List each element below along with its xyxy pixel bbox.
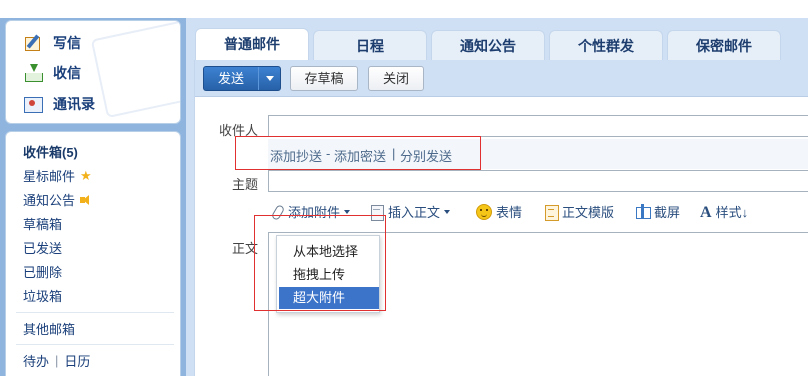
compose-toolbar: 发送 存草稿 关闭 — [195, 60, 808, 97]
write-label: 写信 — [53, 35, 81, 51]
compose-form: 发送 存草稿 关闭 收件人 添加抄送 - 添加密送 | 分别发送 主题 添加附件 — [194, 60, 808, 376]
write-mail-link[interactable]: 写信 — [23, 33, 81, 53]
contacts-icon — [23, 94, 43, 114]
star-icon: ★ — [80, 167, 92, 183]
tab-confidential[interactable]: 保密邮件 — [667, 30, 781, 60]
template-icon — [544, 204, 559, 221]
style-label: 样式↓ — [715, 205, 749, 220]
contacts-link[interactable]: 通讯录 — [23, 94, 95, 114]
top-strip — [0, 0, 808, 18]
calendar-link[interactable]: 日历 — [64, 351, 90, 370]
folder-notices-label: 通知公告 — [23, 193, 76, 208]
separator: | — [392, 146, 396, 161]
tab-notice[interactable]: 通知公告 — [431, 30, 545, 60]
recipient-input[interactable] — [268, 115, 808, 137]
screenshot-button[interactable]: 截屏 — [636, 202, 680, 221]
folder-sent[interactable]: 已发送 — [23, 238, 62, 257]
folder-starred-label: 星标邮件 — [23, 169, 76, 184]
send-button-group: 发送 — [203, 66, 281, 91]
attachment-toolbar: 添加附件 插入正文 表情 正文模版 截屏 A 样式↓ — [268, 200, 808, 224]
folder-divider — [16, 312, 174, 313]
tab-normal-mail[interactable]: 普通邮件 — [195, 28, 309, 61]
separate-send-link[interactable]: 分别发送 — [400, 146, 452, 165]
menu-item-local-file[interactable]: 从本地选择 — [279, 241, 379, 263]
separator: | — [55, 353, 59, 368]
tab-schedule[interactable]: 日程 — [313, 30, 427, 60]
subject-label: 主题 — [232, 177, 259, 192]
body-template-button[interactable]: 正文模版 — [544, 202, 614, 221]
folder-other[interactable]: 其他邮箱 — [23, 319, 75, 338]
screenshot-label: 截屏 — [654, 205, 681, 220]
todo-link[interactable]: 待办 — [23, 351, 49, 370]
screenshot-icon — [636, 203, 651, 220]
add-cc-link[interactable]: 添加抄送 — [270, 146, 322, 165]
add-bcc-link[interactable]: 添加密送 — [334, 146, 386, 165]
attachment-dropdown-menu: 从本地选择 拖拽上传 超大附件 — [276, 235, 380, 313]
receive-mail-link[interactable]: 收信 — [23, 63, 81, 83]
folder-trash[interactable]: 垃圾箱 — [23, 286, 62, 305]
envelope-decoration — [90, 21, 180, 119]
body-label: 正文 — [232, 241, 259, 256]
insert-body-label: 插入正文 — [388, 205, 441, 220]
paperclip-icon — [270, 204, 284, 220]
tab-group-send[interactable]: 个性群发 — [549, 30, 663, 60]
recipient-label: 收件人 — [219, 123, 259, 138]
smiley-icon — [476, 203, 492, 220]
send-button[interactable]: 发送 — [204, 67, 259, 90]
speaker-icon — [80, 194, 92, 205]
receive-label: 收信 — [53, 65, 81, 81]
chevron-down-icon — [344, 209, 351, 214]
inbox-download-icon — [23, 63, 43, 83]
font-style-icon: A — [700, 203, 712, 221]
add-attachment-button[interactable]: 添加附件 — [270, 202, 351, 221]
send-options-chevron-down-icon[interactable] — [259, 67, 280, 90]
add-attachment-label: 添加附件 — [288, 205, 341, 220]
folder-drafts[interactable]: 草稿箱 — [23, 214, 62, 233]
folder-panel: 收件箱(5) 星标邮件 ★ 通知公告 草稿箱 已发送 已删除 垃圾箱 其他邮箱 … — [5, 131, 181, 376]
folder-notices[interactable]: 通知公告 — [23, 190, 92, 209]
menu-item-large-attachment[interactable]: 超大附件 — [279, 287, 379, 309]
style-button[interactable]: A 样式↓ — [700, 202, 748, 221]
cc-options-row: 添加抄送 - 添加密送 | 分别发送 — [268, 139, 808, 169]
separator: - — [326, 146, 331, 161]
contacts-label: 通讯录 — [53, 96, 95, 112]
subject-input[interactable] — [268, 170, 808, 192]
write-icon — [23, 33, 43, 53]
save-draft-button[interactable]: 存草稿 — [290, 66, 358, 91]
chevron-down-icon — [444, 209, 451, 214]
folder-deleted[interactable]: 已删除 — [23, 262, 62, 281]
body-template-label: 正文模版 — [562, 205, 615, 220]
emoji-label: 表情 — [496, 205, 523, 220]
quick-actions-panel: 写信 收信 通讯录 — [5, 20, 181, 124]
compose-area: 普通邮件 日程 通知公告 个性群发 保密邮件 发送 存草稿 关闭 收件人 添加抄… — [186, 18, 808, 376]
close-button[interactable]: 关闭 — [368, 66, 424, 91]
folder-divider — [16, 344, 174, 345]
menu-item-drag-upload[interactable]: 拖拽上传 — [279, 264, 379, 286]
folder-starred[interactable]: 星标邮件 ★ — [23, 166, 92, 185]
todo-calendar-row: 待办 | 日历 — [23, 351, 90, 370]
folder-inbox[interactable]: 收件箱(5) — [23, 142, 78, 161]
document-icon — [370, 204, 384, 221]
emoji-button[interactable]: 表情 — [476, 202, 522, 221]
insert-body-button[interactable]: 插入正文 — [370, 202, 451, 221]
